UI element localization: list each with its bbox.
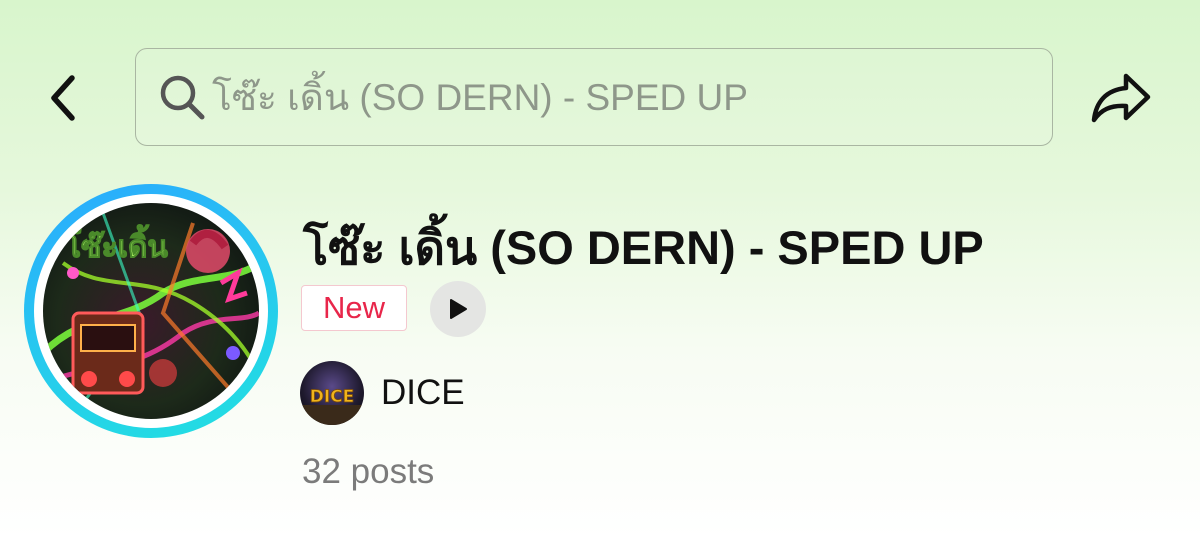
artist-name: DICE	[381, 373, 465, 412]
play-button[interactable]	[430, 281, 486, 337]
artist-link[interactable]: DICE DICE	[300, 360, 465, 426]
sound-cover-art[interactable]: โซ๊ะเดิ้น	[43, 203, 259, 419]
posts-count: 32 posts	[302, 452, 435, 491]
cover-art-title: โซ๊ะเดิ้น	[64, 224, 168, 265]
artist-logo-text: DICE	[310, 387, 355, 407]
play-icon	[450, 299, 467, 319]
search-icon	[154, 69, 210, 125]
chevron-left-icon	[51, 75, 75, 121]
artist-avatar: DICE	[300, 361, 364, 425]
share-button[interactable]	[1086, 66, 1156, 130]
sound-cover-ring: โซ๊ะเดิ้น	[24, 184, 278, 438]
search-query-text: โซ๊ะ เดิ้น (SO DERN) - SPED UP	[212, 76, 748, 118]
new-badge: New	[301, 285, 407, 331]
sound-title: โซ๊ะ เดิ้น (SO DERN) - SPED UP	[303, 221, 984, 274]
share-arrow-icon	[1091, 73, 1151, 123]
search-bar[interactable]: โซ๊ะ เดิ้น (SO DERN) - SPED UP	[135, 48, 1053, 146]
back-button[interactable]	[38, 70, 88, 126]
